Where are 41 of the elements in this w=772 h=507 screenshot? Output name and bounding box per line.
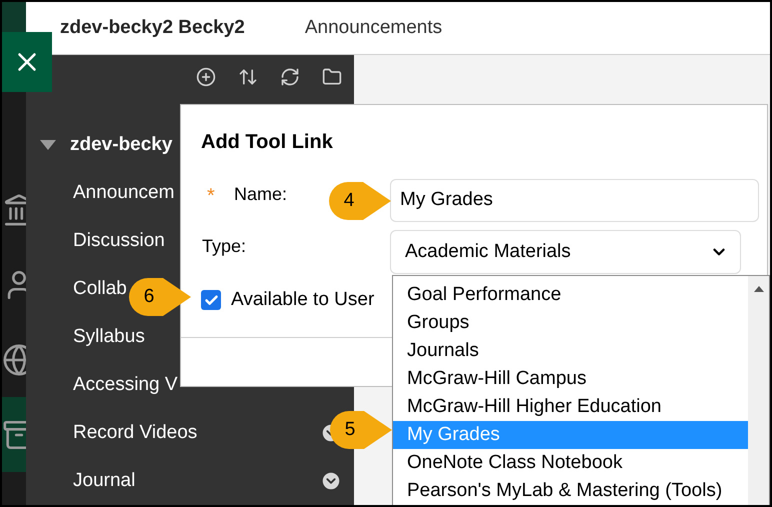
dropdown-option[interactable]: Goal Performance [393,281,748,309]
check-icon [204,292,218,308]
dialog-title: Add Tool Link [201,130,333,155]
dropdown-option[interactable]: Pearson's MyLab & Mastering (Tools) [393,477,748,505]
step-callout-tooltip: 5 [330,411,392,449]
dropdown-option[interactable]: McGraw-Hill Campus [393,365,748,393]
close-button[interactable] [2,32,52,92]
institution-icon [2,192,26,226]
page-title[interactable]: Announcements [304,14,442,42]
step-callout-tooltip: 4 [329,182,391,220]
sort-icon[interactable] [238,67,258,87]
folder-icon[interactable] [322,67,342,87]
menu-item[interactable]: Journal [73,466,136,496]
step-callout-tooltip: 6 [129,278,191,316]
scrollbar[interactable] [748,276,769,505]
field-label: Name: [234,183,288,206]
expand-triangle-icon[interactable] [40,140,56,150]
menu-item[interactable]: Discussion [73,226,165,256]
scroll-up-icon[interactable] [754,286,764,292]
menu-item[interactable]: Collab [73,274,127,304]
course-heading[interactable]: zdev-becky [70,130,172,160]
options-icon[interactable] [320,470,342,492]
required-asterisk: * [207,184,215,209]
dropdown-option[interactable]: McGraw-Hill Higher Education [393,393,748,421]
checkbox[interactable] [201,290,221,310]
globe-icon [2,342,26,376]
dropdown-option[interactable]: Journals [393,337,748,365]
menu-item[interactable]: Announcem [73,178,174,208]
refresh-icon[interactable] [280,67,300,87]
menu-item[interactable]: Syllabus [73,322,145,352]
menu-item[interactable]: Record Videos [73,418,198,448]
field-label: Type: [202,235,246,258]
checkbox-label: Available to User [231,288,374,312]
dropdown-option[interactable]: Groups [393,309,748,337]
add-icon[interactable] [196,67,216,87]
course-title: zdev-becky2 Becky2 [60,16,245,40]
dropdown-option[interactable]: OneNote Class Notebook [393,449,748,477]
type-select[interactable]: Academic Materials [390,230,741,274]
menu-item[interactable]: Accessing V [73,370,178,400]
name-field[interactable]: My Grades [390,179,759,222]
nav-item[interactable] [2,397,26,472]
